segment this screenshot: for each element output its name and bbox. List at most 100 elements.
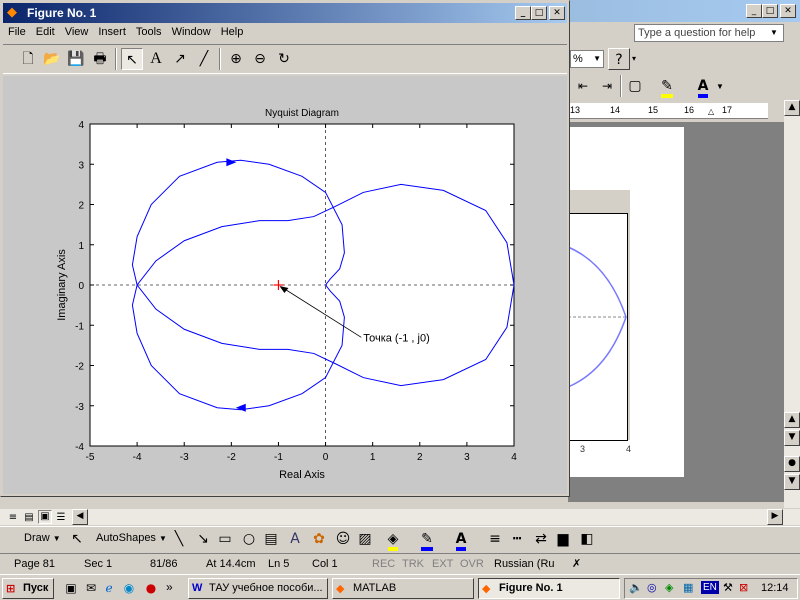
- taskbar-word-label: ТАУ учебное пособи...: [209, 582, 323, 594]
- status-ovr[interactable]: OVR: [460, 557, 484, 571]
- figure-window: ◆ Figure No. 1 _ □ ✕ File Edit View Insert T…: [0, 0, 570, 497]
- network-icon[interactable]: ◈: [665, 581, 673, 594]
- opera-icon[interactable]: ●: [140, 577, 162, 599]
- 3d-icon[interactable]: ◧: [576, 528, 598, 550]
- media-icon[interactable]: ◉: [118, 577, 140, 599]
- decrease-indent-icon[interactable]: ⇤: [572, 75, 594, 97]
- clipart-icon[interactable]: ☺: [332, 528, 354, 550]
- show-desktop-icon[interactable]: ▣: [60, 577, 82, 599]
- dash-style-icon[interactable]: ┅: [506, 528, 528, 550]
- figure-maximize-button[interactable]: □: [531, 6, 547, 20]
- save-icon[interactable]: 💾: [65, 48, 87, 70]
- rotate-3d-icon[interactable]: ↻: [273, 48, 295, 70]
- print-view-icon[interactable]: ▣: [38, 510, 52, 524]
- figure-minimize-button[interactable]: _: [515, 6, 531, 20]
- browse-object-icon[interactable]: ●: [784, 456, 800, 472]
- help-dropdown-icon[interactable]: ▼: [770, 28, 778, 37]
- tray-tool-icon[interactable]: ⚒: [723, 581, 733, 594]
- word-close-button[interactable]: ✕: [780, 4, 796, 18]
- spelling-status-icon[interactable]: ✗: [572, 557, 581, 571]
- ie-icon[interactable]: ℯ: [98, 577, 120, 599]
- picture-icon[interactable]: ▨: [354, 528, 376, 550]
- font-color-dropdown-icon[interactable]: ▼: [716, 82, 724, 91]
- insert-line-icon[interactable]: ╱: [193, 48, 215, 70]
- word-maximize-button[interactable]: □: [762, 4, 778, 18]
- menu-edit[interactable]: Edit: [31, 24, 60, 40]
- next-page-icon[interactable]: ▼: [784, 474, 800, 490]
- language-indicator[interactable]: EN: [701, 581, 719, 594]
- rectangle-icon[interactable]: ▭: [214, 528, 236, 550]
- ruler-indent-icon[interactable]: △: [708, 107, 714, 116]
- scroll-down-icon[interactable]: ▼: [784, 430, 800, 446]
- oval-icon[interactable]: ○: [238, 528, 260, 550]
- menu-tools[interactable]: Tools: [131, 24, 167, 40]
- arrow-icon[interactable]: ↘: [192, 528, 214, 550]
- taskbar-matlab[interactable]: ◆ MATLAB: [332, 578, 474, 599]
- wordart-icon[interactable]: A: [284, 528, 306, 550]
- figure-close-button[interactable]: ✕: [549, 6, 565, 20]
- status-language: Russian (Ru: [494, 558, 555, 570]
- figure-title-bar[interactable]: ◆ Figure No. 1 _ □ ✕: [3, 3, 567, 23]
- x-tick-label: 4: [511, 452, 517, 463]
- arrow-style-icon[interactable]: ⇄: [530, 528, 552, 550]
- horizontal-scrollbar[interactable]: ≡ ▤ ▣ ☰ ◀ ▶: [0, 508, 800, 525]
- font-color-icon[interactable]: A: [692, 75, 714, 98]
- quicklaunch-more[interactable]: »: [166, 580, 173, 594]
- print-icon[interactable]: 🖶: [89, 48, 111, 70]
- status-rec[interactable]: REC: [372, 557, 395, 571]
- menu-window[interactable]: Window: [167, 24, 216, 40]
- y-tick-label: 2: [78, 201, 84, 212]
- toolbar-options-icon[interactable]: ▾: [632, 54, 636, 63]
- line-color-icon[interactable]: ✎: [416, 528, 438, 551]
- volume-icon[interactable]: 🔈: [629, 581, 643, 594]
- status-ext[interactable]: EXT: [432, 557, 453, 571]
- word-minimize-button[interactable]: _: [746, 4, 762, 18]
- zoom-in-icon[interactable]: ⊕: [225, 48, 247, 70]
- autoshapes-menu[interactable]: AutoShapes ▼: [96, 532, 167, 544]
- select-objects-icon[interactable]: ↖: [66, 528, 88, 550]
- taskbar-word[interactable]: W ТАУ учебное пособи...: [188, 578, 328, 599]
- y-tick-label: 4: [78, 120, 84, 131]
- insert-arrow-icon[interactable]: ↗: [169, 48, 191, 70]
- new-file-icon[interactable]: 🗋: [17, 48, 39, 70]
- zoom-dropdown-icon[interactable]: ▼: [593, 51, 603, 67]
- menu-insert[interactable]: Insert: [93, 24, 131, 40]
- figure-canvas: -5 -4 -3 -2 -1 0 1 2 3 4 -4 -3 -2 -1 0 1 2 3 4 Точка (-1 , …: [3, 76, 567, 494]
- increase-indent-icon[interactable]: ⇥: [596, 75, 618, 97]
- diagram-icon[interactable]: ✿: [308, 528, 330, 550]
- menu-file[interactable]: File: [3, 24, 31, 40]
- highlight-icon[interactable]: ✎: [656, 75, 678, 98]
- y-tick-label: -2: [75, 362, 84, 373]
- help-icon[interactable]: ?: [608, 48, 630, 70]
- scroll-up-icon[interactable]: ▲: [784, 100, 800, 116]
- scroll-left-icon[interactable]: ◀: [72, 509, 88, 525]
- draw-menu[interactable]: Draw ▼: [24, 532, 61, 544]
- zoom-combo[interactable]: % ▼: [570, 50, 604, 68]
- zoom-out-icon[interactable]: ⊖: [249, 48, 271, 70]
- fill-color-icon[interactable]: ◈: [382, 528, 404, 551]
- help-search-input[interactable]: Type a question for help: [634, 24, 784, 42]
- ruler[interactable]: 13 14 15 16 △ 17: [568, 103, 768, 119]
- draw-font-color-icon[interactable]: A: [450, 528, 472, 551]
- antivirus-icon[interactable]: ▦: [683, 581, 693, 594]
- scroll-up-icon[interactable]: ▲: [784, 412, 800, 428]
- scroll-right-icon[interactable]: ▶: [767, 509, 783, 525]
- vertical-scrollbar[interactable]: ▲ ▲ ▼ ● ▼: [784, 100, 800, 508]
- menu-view[interactable]: View: [60, 24, 94, 40]
- open-file-icon[interactable]: 📂: [41, 48, 63, 70]
- matlab-icon: ◆: [336, 582, 345, 595]
- line-style-icon[interactable]: ≡: [484, 528, 506, 550]
- menu-help[interactable]: Help: [216, 24, 249, 40]
- taskbar-figure[interactable]: ◆ Figure No. 1: [478, 578, 620, 599]
- disconnected-icon[interactable]: ⊠: [739, 581, 748, 594]
- edit-plot-icon[interactable]: ↖: [121, 48, 143, 70]
- insert-text-icon[interactable]: A: [145, 48, 167, 70]
- shadow-icon[interactable]: ▆: [552, 528, 574, 550]
- border-icon[interactable]: ▢: [624, 75, 646, 97]
- tray-app-icon[interactable]: ◎: [647, 581, 657, 594]
- textbox-icon[interactable]: ▤: [260, 528, 282, 550]
- line-icon[interactable]: ╲: [168, 528, 190, 550]
- status-trk[interactable]: TRK: [402, 557, 424, 571]
- start-button[interactable]: ⊞ Пуск: [2, 578, 54, 599]
- windows-logo-icon: ⊞: [6, 582, 16, 595]
